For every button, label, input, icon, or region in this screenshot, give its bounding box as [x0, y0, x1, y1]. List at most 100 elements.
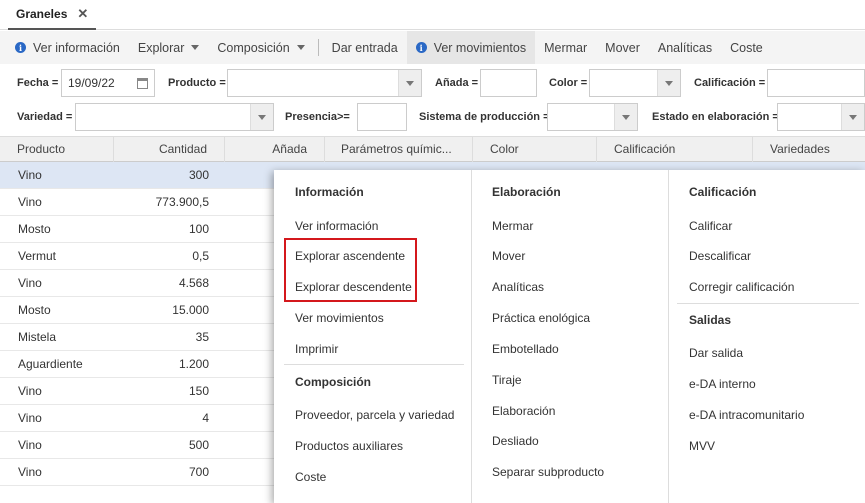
mermar-label: Mermar	[544, 40, 588, 55]
column-color[interactable]: Color	[473, 137, 597, 162]
close-icon[interactable]: ✕	[77, 6, 88, 22]
menu-item-eda-interno[interactable]: e-DA interno	[689, 377, 756, 391]
calendar-icon[interactable]	[137, 78, 148, 89]
menu-column-elaboracion: Elaboración Mermar Mover Analíticas Prác…	[471, 170, 668, 503]
menu-heading-informacion: Información	[295, 185, 364, 199]
menu-item-practica-enologica[interactable]: Práctica enológica	[492, 311, 590, 325]
info-icon: i	[15, 42, 26, 53]
menu-item-descalificar[interactable]: Descalificar	[689, 249, 751, 263]
menu-item-productos-auxiliares[interactable]: Productos auxiliares	[295, 439, 403, 453]
coste-button[interactable]: Coste	[721, 31, 772, 64]
ver-informacion-button[interactable]: i Ver información	[0, 31, 129, 64]
fecha-label: Fecha =	[17, 77, 59, 89]
sistema-produccion-label: Sistema de producción =	[419, 111, 550, 123]
cell-producto: Vino	[18, 438, 42, 452]
cell-producto: Vermut	[18, 249, 57, 263]
variedad-label: Variedad =	[17, 111, 73, 123]
menu-item-ver-informacion[interactable]: Ver información	[295, 219, 378, 233]
grid-header: Producto Cantidad Añada Parámetros quími…	[0, 136, 865, 162]
mermar-button[interactable]: Mermar	[535, 31, 596, 64]
color-select[interactable]	[589, 69, 681, 97]
menu-item-ver-movimientos[interactable]: Ver movimientos	[295, 311, 384, 325]
menu-column-calificacion: Calificación Calificar Descalificar Corr…	[668, 170, 865, 503]
menu-item-imprimir[interactable]: Imprimir	[295, 342, 338, 356]
menu-item-separar-subproducto[interactable]: Separar subproducto	[492, 465, 604, 479]
cell-producto: Mosto	[18, 303, 51, 317]
producto-select[interactable]	[227, 69, 422, 97]
mover-button[interactable]: Mover	[596, 31, 649, 64]
chevron-down-icon[interactable]	[250, 104, 273, 130]
cell-producto: Vino	[18, 384, 42, 398]
cell-cantidad: 15.000	[172, 303, 209, 317]
cell-producto: Vino	[18, 465, 42, 479]
cell-cantidad: 300	[188, 168, 209, 182]
menu-item-mvv[interactable]: MVV	[689, 439, 715, 453]
chevron-down-icon[interactable]	[657, 70, 680, 96]
menu-item-eda-intracomunitario[interactable]: e-DA intracomunitario	[689, 408, 804, 422]
menu-column-informacion: Información Ver información Explorar asc…	[274, 170, 471, 503]
column-calificacion[interactable]: Calificación	[597, 137, 753, 162]
chevron-down-icon[interactable]	[614, 104, 637, 130]
anada-input[interactable]	[480, 69, 537, 97]
menu-heading-composicion: Composición	[295, 375, 372, 389]
menu-heading-calificacion: Calificación	[689, 185, 757, 199]
cell-producto: Mistela	[18, 330, 57, 344]
info-icon: i	[415, 42, 427, 53]
cell-cantidad: 500	[188, 438, 209, 452]
cell-producto: Mosto	[18, 222, 51, 236]
chevron-down-icon	[191, 45, 200, 50]
tab-label: Graneles	[16, 7, 68, 21]
tab-graneles[interactable]: Graneles ✕	[8, 0, 97, 30]
mover-label: Mover	[605, 40, 640, 55]
highlight-box	[284, 238, 417, 302]
dar-entrada-button[interactable]: Dar entrada	[323, 31, 407, 64]
calificacion-label: Calificación =	[694, 77, 766, 89]
calificacion-select[interactable]	[767, 69, 865, 97]
column-anada[interactable]: Añada	[225, 137, 325, 162]
fecha-input[interactable]: 19/09/22	[61, 69, 155, 97]
menu-item-analiticas[interactable]: Analíticas	[492, 280, 544, 294]
menu-item-coste[interactable]: Coste	[295, 470, 326, 484]
menu-item-elaboracion[interactable]: Elaboración	[492, 404, 555, 418]
cell-cantidad: 4	[202, 411, 209, 425]
explorar-dropdown[interactable]: Explorar	[129, 31, 209, 64]
menu-divider	[284, 364, 464, 365]
menu-item-embotellado[interactable]: Embotellado	[492, 342, 559, 356]
ver-movimientos-button[interactable]: i Ver movimientos	[406, 31, 536, 64]
cell-producto: Vino	[18, 195, 42, 209]
menu-item-corregir-calificacion[interactable]: Corregir calificación	[689, 280, 794, 294]
variedad-select[interactable]	[75, 103, 274, 131]
presencia-input[interactable]	[357, 103, 407, 131]
analiticas-button[interactable]: Analíticas	[649, 31, 721, 64]
column-cantidad[interactable]: Cantidad	[114, 137, 225, 162]
toolbar: i Ver información Explorar Composición D…	[0, 31, 865, 64]
chevron-down-icon[interactable]	[398, 70, 421, 96]
cell-producto: Aguardiente	[18, 357, 83, 371]
estado-elaboracion-label: Estado en elaboración =	[652, 111, 779, 123]
chevron-down-icon[interactable]	[841, 104, 864, 130]
menu-item-desliado[interactable]: Desliado	[492, 434, 539, 448]
sistema-produccion-select[interactable]	[547, 103, 638, 131]
column-variedades[interactable]: Variedades	[753, 137, 865, 162]
menu-item-dar-salida[interactable]: Dar salida	[689, 346, 743, 360]
menu-divider	[677, 303, 859, 304]
menu-item-proveedor-parcela-variedad[interactable]: Proveedor, parcela y variedad	[295, 408, 454, 422]
analiticas-label: Analíticas	[657, 40, 713, 55]
fecha-value: 19/09/22	[68, 76, 115, 90]
menu-item-tiraje[interactable]: Tiraje	[492, 373, 522, 387]
menu-item-mover[interactable]: Mover	[492, 249, 525, 263]
cell-cantidad: 4.568	[178, 276, 209, 290]
toolbar-divider	[317, 39, 319, 56]
cell-cantidad: 35	[195, 330, 209, 344]
composicion-dropdown[interactable]: Composición	[208, 31, 313, 64]
ver-informacion-label: Ver información	[33, 40, 120, 55]
column-producto[interactable]: Producto	[0, 137, 114, 162]
estado-elaboracion-select[interactable]	[777, 103, 865, 131]
menu-item-calificar[interactable]: Calificar	[689, 219, 732, 233]
cell-producto: Vino	[18, 276, 42, 290]
menu-item-mermar[interactable]: Mermar	[492, 219, 533, 233]
cell-cantidad: 100	[188, 222, 209, 236]
tab-bar: Graneles ✕	[0, 0, 865, 30]
column-parametros[interactable]: Parámetros químic...	[325, 137, 473, 162]
cell-cantidad: 0,5	[192, 249, 209, 263]
